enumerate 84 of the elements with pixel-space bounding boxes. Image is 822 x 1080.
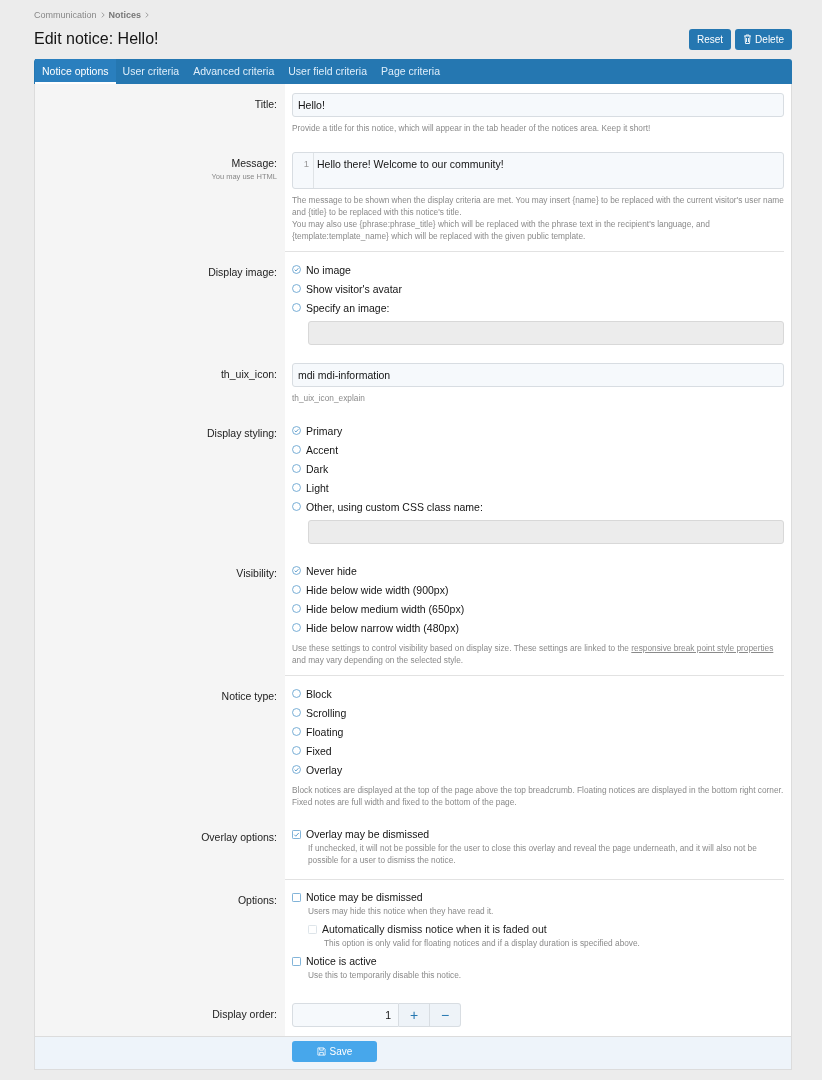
text-field[interactable] — [308, 321, 784, 345]
radio-button[interactable] — [292, 708, 301, 717]
reset-button[interactable]: Reset — [688, 28, 732, 50]
radio-button[interactable] — [292, 689, 301, 698]
floppy-icon — [316, 1047, 326, 1056]
radio-button[interactable] — [292, 284, 301, 293]
tab[interactable]: Advanced criteria — [186, 59, 282, 84]
hint-text: If unchecked, it will not be possible for the user to close this overlay and reveal the page underneath, and it will also not be possible for a user to dismiss the notice. — [308, 842, 758, 866]
text-field[interactable] — [308, 520, 784, 544]
hint-text: You may also use {phrase:phrase_title} which will be replaced with the phrase text in the recipient's language, and {template:template_name} which will be replaced with the given public template. — [292, 218, 711, 242]
chevron-icon — [145, 12, 150, 18]
radio-label[interactable]: Dark — [306, 462, 329, 475]
radio-label[interactable]: Hide below medium width (650px) — [306, 602, 465, 615]
field-label: Notice type: — [221, 690, 277, 702]
checkbox-label[interactable]: Overlay may be dismissed — [306, 828, 430, 840]
hint-text: Block notices are displayed at the top of the page above the top breadcrumb. Floating notices are displayed in the bottom right corner. Fixed notes are full width and fixed to the bottom of the page. — [292, 784, 784, 808]
field-label: Visibility: — [236, 567, 277, 579]
hint-text: Use this to temporarily disable this notice. — [308, 969, 463, 981]
checkbox-label[interactable]: Notice may be dismissed — [306, 891, 423, 903]
checkbox[interactable] — [292, 956, 301, 966]
radio-label[interactable]: Floating — [306, 725, 344, 738]
radio-button[interactable] — [292, 445, 301, 454]
radio-selected[interactable] — [292, 765, 301, 774]
hint-text: Provide a title for this notice, which will appear in the tab header of the notices area. Keep it short! — [292, 122, 652, 134]
tab[interactable]: Page criteria — [374, 59, 447, 84]
tab[interactable]: Notice options — [35, 59, 116, 84]
radio-label[interactable]: Fixed — [306, 744, 332, 757]
radio-button[interactable] — [292, 303, 301, 312]
radio-label[interactable]: Specify an image: — [306, 301, 390, 314]
field-label: Title: — [254, 98, 277, 110]
checkbox[interactable] — [292, 829, 301, 839]
field-label: Overlay options: — [201, 831, 277, 843]
radio-button[interactable] — [292, 604, 301, 613]
radio-label[interactable]: No image — [306, 263, 351, 276]
radio-button[interactable] — [292, 727, 301, 736]
radio-label[interactable]: Hide below narrow width (480px) — [306, 621, 459, 634]
radio-label[interactable]: Never hide — [306, 564, 357, 577]
tab[interactable]: User criteria — [115, 59, 187, 84]
radio-button[interactable] — [292, 464, 301, 473]
code-line: Hello there! Welcome to our community! — [316, 157, 504, 172]
radio-selected[interactable] — [292, 426, 301, 435]
text-field[interactable]: mdi mdi-information — [292, 363, 784, 387]
text-field[interactable]: Hello! — [292, 93, 784, 117]
radio-label[interactable]: Block — [306, 687, 332, 700]
field-label: th_uix_icon: — [220, 368, 277, 380]
radio-label[interactable]: Light — [306, 481, 329, 494]
hint-text: This option is only valid for floating notices and if a display duration is specified above. — [324, 937, 641, 949]
field-label: Display styling: — [206, 427, 277, 439]
field-label: Display order: — [212, 1008, 277, 1020]
field-label: Options: — [237, 894, 277, 906]
radio-label[interactable]: Hide below wide width (900px) — [306, 583, 449, 596]
radio-label[interactable]: Scrolling — [306, 706, 347, 719]
radio-label[interactable]: Overlay — [306, 763, 343, 776]
radio-button[interactable] — [292, 483, 301, 492]
radio-label[interactable]: Other, using custom CSS class name: — [306, 500, 483, 513]
field-label: Display image: — [208, 266, 277, 278]
field-label: Message: — [231, 157, 277, 169]
radio-button[interactable] — [292, 623, 301, 632]
hint-text: Use these settings to control visibility based on display size. These settings are linked to the responsive break point style properties and may vary depending on the selected style. — [292, 642, 775, 666]
radio-button[interactable] — [292, 502, 301, 511]
delete-button[interactable]: Delete — [735, 28, 792, 50]
tab[interactable]: User field criteria — [281, 59, 375, 84]
radio-label[interactable]: Show visitor's avatar — [306, 282, 402, 295]
checkbox[interactable] — [292, 892, 301, 902]
code-editor[interactable]: 1 Hello there! Welcome to our community! — [292, 152, 784, 189]
radio-selected[interactable] — [292, 265, 301, 274]
number-field[interactable]: 1 — [292, 1003, 399, 1027]
radio-label[interactable]: Primary — [306, 424, 343, 437]
radio-button[interactable] — [292, 746, 301, 755]
line-number: 1 — [293, 153, 314, 188]
hint-text: Users may hide this notice when they have read it. — [308, 905, 495, 917]
chevron-icon — [100, 12, 105, 18]
increment-button[interactable]: + — [399, 1003, 430, 1027]
hint-text: The message to be shown when the display criteria are met. You may insert {name} to be replaced with the current visitor's user name and {title} to be replaced with this notice's title. — [292, 194, 784, 218]
page-title: Edit notice: Hello! — [34, 30, 159, 48]
radio-selected[interactable] — [292, 566, 301, 575]
breadcrumb-link[interactable]: Notices — [108, 10, 142, 20]
radio-button[interactable] — [292, 585, 301, 594]
hint-text: th_uix_icon_explain — [292, 392, 366, 404]
radio-label[interactable]: Accent — [306, 443, 339, 456]
decrement-button[interactable]: − — [430, 1003, 461, 1027]
style-properties-link[interactable]: responsive break point style properties — [631, 643, 774, 653]
trash-icon — [743, 34, 753, 44]
checkbox-label[interactable]: Notice is active — [306, 955, 377, 967]
